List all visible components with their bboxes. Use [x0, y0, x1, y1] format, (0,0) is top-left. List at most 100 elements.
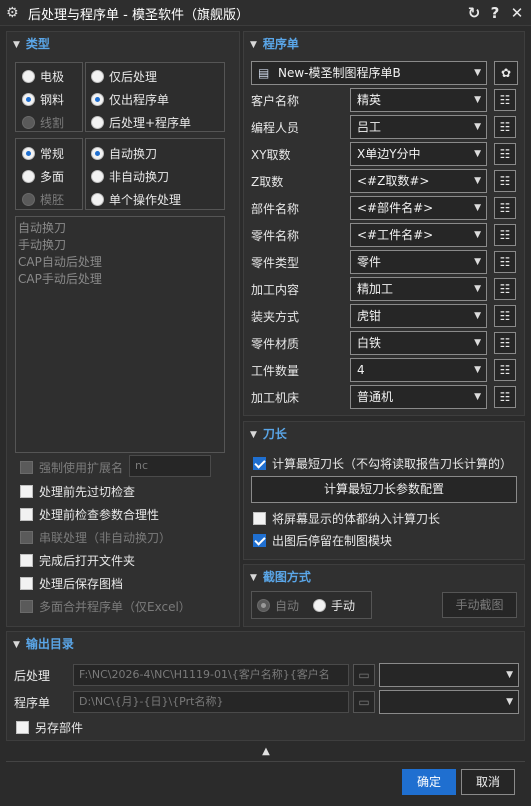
field-select[interactable]: <#工件名#> ▼ [350, 223, 487, 247]
radio-manual-screenshot[interactable]: 手动 [313, 597, 355, 615]
screenshot-section-header[interactable]: ▼ 截图方式 [250, 568, 311, 586]
list-edit-icon[interactable]: ☷ [494, 170, 516, 192]
extension-input[interactable]: nc [129, 455, 211, 477]
list-item[interactable]: CAP手动后处理 [18, 271, 222, 288]
list-edit-icon[interactable]: ☷ [494, 278, 516, 300]
list-item[interactable]: 自动换刀 [18, 220, 222, 237]
checkbox-serial-process[interactable]: 串联处理（非自动换刀） [20, 529, 171, 547]
postprocessor-list[interactable]: 自动换刀 手动换刀 CAP自动后处理 CAP手动后处理 [15, 216, 225, 453]
checkbox-open-folder[interactable]: 完成后打开文件夹 [20, 552, 135, 570]
field-value: <#工件名#> [357, 228, 434, 242]
radio-icon [22, 93, 35, 106]
field-select[interactable]: 普通机 ▼ [350, 385, 487, 409]
tool-config-button[interactable]: 计算最短刀长参数配置 [251, 476, 517, 503]
list-edit-icon[interactable]: ☷ [494, 305, 516, 327]
field-select[interactable]: 精加工 ▼ [350, 277, 487, 301]
help-icon[interactable]: ? [486, 3, 504, 23]
field-select[interactable]: 零件 ▼ [350, 250, 487, 274]
refresh-icon[interactable]: ↻ [465, 3, 483, 23]
field-select[interactable]: 虎钳 ▼ [350, 304, 487, 328]
checkbox-force-extension[interactable]: 强制使用扩展名 [20, 459, 123, 477]
chevron-up-icon[interactable]: ▲ [259, 746, 273, 758]
list-edit-icon[interactable]: ☷ [494, 116, 516, 138]
close-icon[interactable]: ✕ [508, 3, 526, 23]
radio-wire-cut[interactable]: 线割 [22, 114, 64, 132]
post-path-input[interactable]: F:\NC\2026-4\NC\H1119-01\{客户名称}{客户名 [73, 664, 349, 686]
checkbox-save-as-part[interactable]: 另存部件 [16, 719, 83, 737]
field-label: 工件数量 [251, 364, 300, 378]
radio-manual-toolchange[interactable]: 非自动换刀 [91, 168, 169, 186]
list-item[interactable]: 手动换刀 [18, 237, 222, 254]
checkbox-merge-sheets[interactable]: 多面合并程序单（仅Excel） [20, 598, 191, 616]
list-item[interactable]: CAP自动后处理 [18, 254, 222, 271]
post-label: 后处理 [14, 669, 51, 683]
template-select[interactable]: ▤ New-模圣制图程序单B ▼ [251, 61, 487, 85]
field-select[interactable]: 白铁 ▼ [350, 331, 487, 355]
program-section-header[interactable]: ▼ 程序单 [250, 35, 299, 53]
radio-icon [22, 170, 35, 183]
list-edit-icon[interactable]: ☷ [494, 89, 516, 111]
folder-icon[interactable]: ▭ [353, 691, 375, 713]
field-select[interactable]: X单边Y分中 ▼ [350, 142, 487, 166]
list-edit-icon[interactable]: ☷ [494, 359, 516, 381]
checkbox-gouge-check[interactable]: 处理前先过切检查 [20, 483, 135, 501]
tool-section-header[interactable]: ▼ 刀长 [250, 425, 287, 443]
dropdown-arrow-icon: ▼ [474, 203, 481, 213]
list-edit-icon[interactable]: ☷ [494, 224, 516, 246]
checkbox-include-bodies[interactable]: 将屏幕显示的体都纳入计算刀长 [253, 510, 440, 528]
checkbox-icon [20, 554, 33, 567]
radio-normal[interactable]: 常规 [22, 145, 64, 163]
post-dir-select[interactable]: ▼ [379, 663, 519, 687]
radio-auto-screenshot[interactable]: 自动 [257, 597, 299, 615]
dropdown-arrow-icon: ▼ [474, 257, 481, 267]
type-section-header[interactable]: ▼ 类型 [13, 35, 50, 53]
field-select[interactable]: <#Z取数#> ▼ [350, 169, 487, 193]
program-dir-select[interactable]: ▼ [379, 690, 519, 714]
dropdown-arrow-icon: ▼ [474, 338, 481, 348]
radio-mold-base[interactable]: 模胚 [22, 191, 64, 209]
list-edit-icon[interactable]: ☷ [494, 386, 516, 408]
list-edit-icon[interactable]: ☷ [494, 197, 516, 219]
checkbox-stay-drafting[interactable]: 出图后停留在制图模块 [253, 532, 392, 550]
radio-multi-face[interactable]: 多面 [22, 168, 64, 186]
radio-icon [91, 116, 104, 129]
title-bar: ⚙ 后处理与程序单 - 模圣软件（旗舰版） ↻ ? ✕ [0, 0, 531, 26]
ok-button[interactable]: 确定 [402, 769, 456, 795]
field-select[interactable]: 精英 ▼ [350, 88, 487, 112]
screenshot-panel: ▼ 截图方式 自动 手动 手动截图 [243, 564, 525, 627]
checkbox-param-check[interactable]: 处理前检查参数合理性 [20, 506, 159, 524]
checkbox-save-part-file[interactable]: 处理后保存图档 [20, 575, 123, 593]
checkbox-icon [20, 531, 33, 544]
folder-icon[interactable]: ▭ [353, 664, 375, 686]
radio-program-only[interactable]: 仅出程序单 [91, 91, 169, 109]
chevron-down-icon: ▼ [250, 430, 257, 440]
radio-icon [22, 147, 35, 160]
radio-steel[interactable]: 钢料 [22, 91, 64, 109]
program-path-input[interactable]: D:\NC\{月}-{日}\{Prt名称} [73, 691, 349, 713]
checkbox-calc-shortest[interactable]: 计算最短刀长（不勾将读取报告刀长计算的） [253, 455, 512, 473]
field-value: <#Z取数#> [357, 174, 430, 188]
list-edit-icon[interactable]: ☷ [494, 332, 516, 354]
checkbox-icon [20, 577, 33, 590]
field-label: 零件名称 [251, 229, 300, 243]
settings-icon[interactable]: ✿ [494, 61, 518, 85]
output-section-header[interactable]: ▼ 输出目录 [13, 635, 74, 653]
radio-icon [91, 93, 104, 106]
manual-screenshot-button[interactable]: 手动截图 [442, 592, 517, 618]
field-select[interactable]: 吕工 ▼ [350, 115, 487, 139]
field-select[interactable]: <#部件名#> ▼ [350, 196, 487, 220]
radio-icon [91, 170, 104, 183]
checkbox-icon [253, 457, 266, 470]
radio-post-only[interactable]: 仅后处理 [91, 68, 157, 86]
field-select[interactable]: 4 ▼ [350, 358, 487, 382]
list-edit-icon[interactable]: ☷ [494, 251, 516, 273]
list-edit-icon[interactable]: ☷ [494, 143, 516, 165]
cancel-button[interactable]: 取消 [461, 769, 515, 795]
field-label: 编程人员 [251, 121, 300, 135]
radio-electrode[interactable]: 电极 [22, 68, 64, 86]
radio-auto-toolchange[interactable]: 自动换刀 [91, 145, 157, 163]
radio-post-and-program[interactable]: 后处理+程序单 [91, 114, 191, 132]
field-label: 加工内容 [251, 283, 300, 297]
radio-single-operation[interactable]: 单个操作处理 [91, 191, 181, 209]
dropdown-arrow-icon: ▼ [474, 311, 481, 321]
